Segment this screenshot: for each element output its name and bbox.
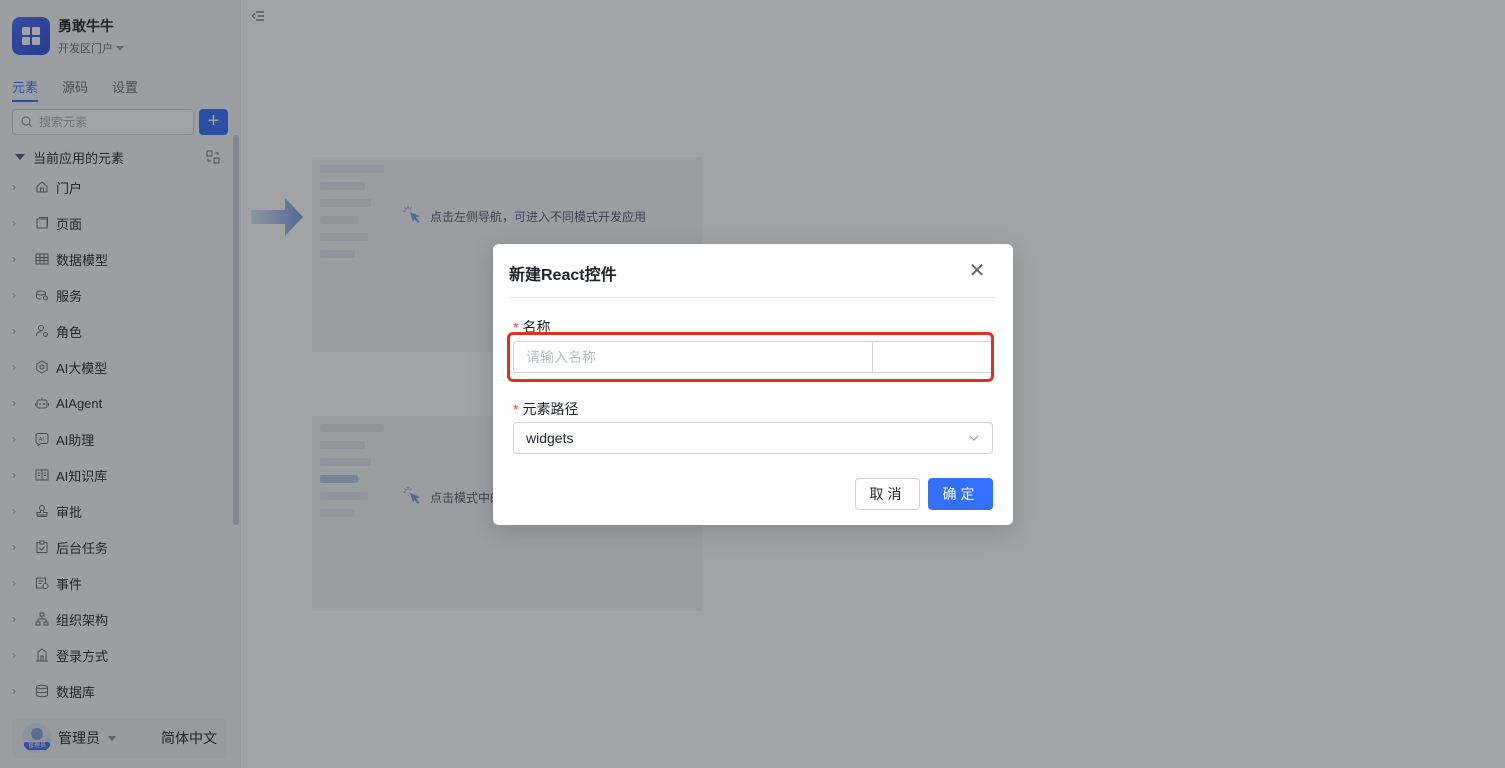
divider [509,297,997,298]
close-icon[interactable]: ✕ [967,261,987,281]
name-field [513,341,993,373]
name-suffix-field[interactable] [873,342,992,372]
name-input[interactable] [514,342,873,372]
new-react-control-dialog: 新建React控件 ✕ *名称 *元素路径 widgets 取消 确定 [493,244,1013,525]
dialog-title: 新建React控件 [509,267,617,284]
path-select[interactable]: widgets [513,422,993,454]
path-label: * 元素路径 [513,399,578,419]
chevron-down-icon [969,435,979,441]
name-label: * 名称 [513,317,550,337]
cancel-button[interactable]: 取消 [855,478,920,510]
name-label-text: 名称 [522,319,551,335]
confirm-button[interactable]: 确定 [928,478,993,510]
required-mark: * [513,319,519,335]
required-mark: * [513,401,519,417]
path-select-value: widgets [526,430,574,446]
path-label-text: 元素路径 [522,401,579,417]
